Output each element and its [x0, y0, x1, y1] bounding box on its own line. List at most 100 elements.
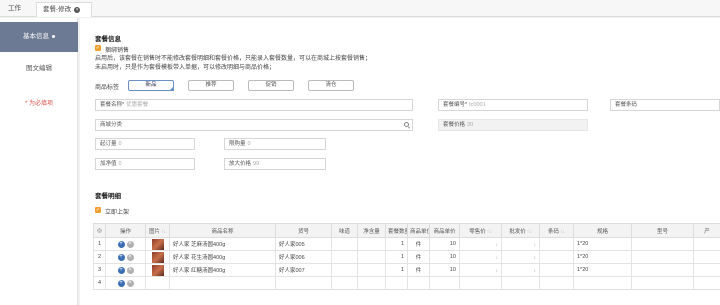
remove-row-icon[interactable]: ×	[126, 253, 134, 261]
model-cell[interactable]	[631, 237, 694, 251]
origin-cell[interactable]	[693, 250, 720, 264]
search-icon[interactable]	[404, 122, 409, 127]
product-image-cell[interactable]	[145, 250, 170, 264]
wholesale-price-cell[interactable]: ↕	[501, 250, 540, 264]
remove-row-icon[interactable]: ×	[126, 266, 134, 274]
tag-new[interactable]: 新品	[128, 80, 174, 91]
qty-cell[interactable]	[385, 276, 408, 290]
wholesale-price-cell[interactable]: ↕	[501, 237, 540, 251]
net-content-cell[interactable]	[357, 237, 386, 251]
remove-row-icon[interactable]: ×	[126, 279, 134, 287]
product-name-cell[interactable]: 好人家 红糖汤圆400g	[169, 263, 276, 277]
model-cell[interactable]	[631, 263, 694, 277]
column-header-wholesale[interactable]: 批发价↑↓	[501, 223, 540, 238]
flavor-cell[interactable]	[331, 250, 358, 264]
tab-package-edit[interactable]: 套餐-修改 ×	[36, 2, 92, 17]
add-value-field[interactable]: 加净值 0	[95, 158, 195, 170]
spec-cell[interactable]	[573, 276, 632, 290]
spec-cell[interactable]: 1*20	[573, 237, 632, 251]
qty-cell[interactable]: 1	[385, 237, 408, 251]
product-name-cell[interactable]: 好人家 芝麻汤圆400g	[169, 237, 276, 251]
stepper-icon[interactable]: ↕	[496, 242, 498, 247]
retail-price-cell[interactable]	[459, 276, 502, 290]
column-header-image[interactable]: 图片↑↓	[145, 223, 170, 238]
bind-sale-checkbox[interactable]: ✓	[95, 45, 101, 51]
product-image-cell[interactable]	[145, 237, 170, 251]
retail-price-cell[interactable]: ↕	[459, 250, 502, 264]
retail-price-cell[interactable]: ↕	[459, 237, 502, 251]
mall-category-field[interactable]: 商城分类	[95, 119, 413, 131]
net-content-cell[interactable]	[357, 276, 386, 290]
flavor-cell[interactable]	[331, 276, 358, 290]
barcode-cell[interactable]	[539, 250, 574, 264]
barcode-cell[interactable]	[539, 237, 574, 251]
sidebar-item-basic-info[interactable]: 基本信息	[0, 22, 78, 52]
close-icon[interactable]: ×	[74, 7, 81, 13]
sidebar-item-rich-edit[interactable]: 图文编辑	[0, 54, 78, 84]
net-content-cell[interactable]	[357, 263, 386, 277]
table-row[interactable]: 1 + × 好人家 芝麻汤圆400g 好人家005 1 件 10 ↕ ↕ 1*20	[93, 237, 720, 251]
stepper-icon[interactable]: ↕	[534, 255, 536, 260]
stepper-icon[interactable]: ↕	[496, 255, 498, 260]
net-content-cell[interactable]	[357, 250, 386, 264]
sku-cell[interactable]: 好人家007	[275, 263, 332, 277]
unit-cell[interactable]: 件	[407, 263, 430, 277]
product-name-cell[interactable]	[169, 276, 276, 290]
origin-cell[interactable]	[693, 276, 720, 290]
barcode-cell[interactable]	[539, 276, 574, 290]
tag-recommend[interactable]: 推荐	[188, 80, 234, 91]
package-barcode-field[interactable]: 套餐条码	[610, 99, 720, 111]
qty-cell[interactable]: 1	[385, 263, 408, 277]
package-code-field[interactable]: 套餐编号* tc0001	[438, 99, 588, 111]
origin-cell[interactable]	[693, 263, 720, 277]
min-order-field[interactable]: 起订量 0	[95, 138, 195, 150]
purchase-limit-field[interactable]: 限购量 0	[224, 138, 326, 150]
unit-price-cell[interactable]	[429, 276, 460, 290]
field-value: 0	[118, 161, 122, 167]
spec-cell[interactable]: 1*20	[573, 263, 632, 277]
table-row[interactable]: 3 + × 好人家 红糖汤圆400g 好人家007 1 件 10 ↕ ↕ 1*20	[93, 263, 720, 277]
table-row[interactable]: 2 + × 好人家 花生汤圆400g 好人家006 1 件 10 ↕ ↕ 1*20	[93, 250, 720, 264]
tag-promotion[interactable]: 促销	[248, 80, 294, 91]
product-name-cell[interactable]: 好人家 花生汤圆400g	[169, 250, 276, 264]
unit-cell[interactable]: 件	[407, 250, 430, 264]
max-price-field[interactable]: 放大价格 99	[224, 158, 326, 170]
add-row-icon[interactable]: +	[117, 253, 125, 261]
remove-row-icon[interactable]: ×	[126, 240, 134, 248]
sku-cell[interactable]	[275, 276, 332, 290]
model-cell[interactable]	[631, 276, 694, 290]
wholesale-price-cell[interactable]	[501, 276, 540, 290]
retail-price-cell[interactable]: ↕	[459, 263, 502, 277]
unit-price-cell[interactable]: 10	[429, 237, 460, 251]
spec-cell[interactable]: 1*20	[573, 250, 632, 264]
unit-cell[interactable]	[407, 276, 430, 290]
flavor-cell[interactable]	[331, 237, 358, 251]
column-header-retail[interactable]: 零售价↑↓	[459, 223, 502, 238]
stepper-icon[interactable]: ↕	[496, 268, 498, 273]
barcode-cell[interactable]	[539, 263, 574, 277]
sku-cell[interactable]: 好人家006	[275, 250, 332, 264]
column-header-settings[interactable]: ◎	[93, 223, 106, 238]
stepper-icon[interactable]: ↕	[534, 268, 536, 273]
add-row-icon[interactable]: +	[117, 240, 125, 248]
sku-cell[interactable]: 好人家005	[275, 237, 332, 251]
add-row-icon[interactable]: +	[117, 266, 125, 274]
unit-price-cell[interactable]: 10	[429, 250, 460, 264]
package-name-field[interactable]: 套餐名称* 优惠套餐	[95, 99, 413, 111]
origin-cell[interactable]	[693, 237, 720, 251]
wholesale-price-cell[interactable]: ↕	[501, 263, 540, 277]
tab-workbench[interactable]: 工作台	[2, 2, 32, 26]
column-header-barcode[interactable]: 条码↑↓	[539, 223, 574, 238]
flavor-cell[interactable]	[331, 263, 358, 277]
add-row-icon[interactable]: +	[117, 279, 125, 287]
table-row[interactable]: 4 + ×	[93, 276, 720, 290]
qty-cell[interactable]: 1	[385, 250, 408, 264]
product-image-cell[interactable]	[145, 263, 170, 277]
list-now-checkbox[interactable]: ✓	[95, 207, 101, 213]
stepper-icon[interactable]: ↕	[534, 242, 536, 247]
model-cell[interactable]	[631, 250, 694, 264]
tag-clearance[interactable]: 清仓	[308, 80, 354, 91]
unit-price-cell[interactable]: 10	[429, 263, 460, 277]
unit-cell[interactable]: 件	[407, 237, 430, 251]
product-image-cell[interactable]	[145, 276, 170, 290]
